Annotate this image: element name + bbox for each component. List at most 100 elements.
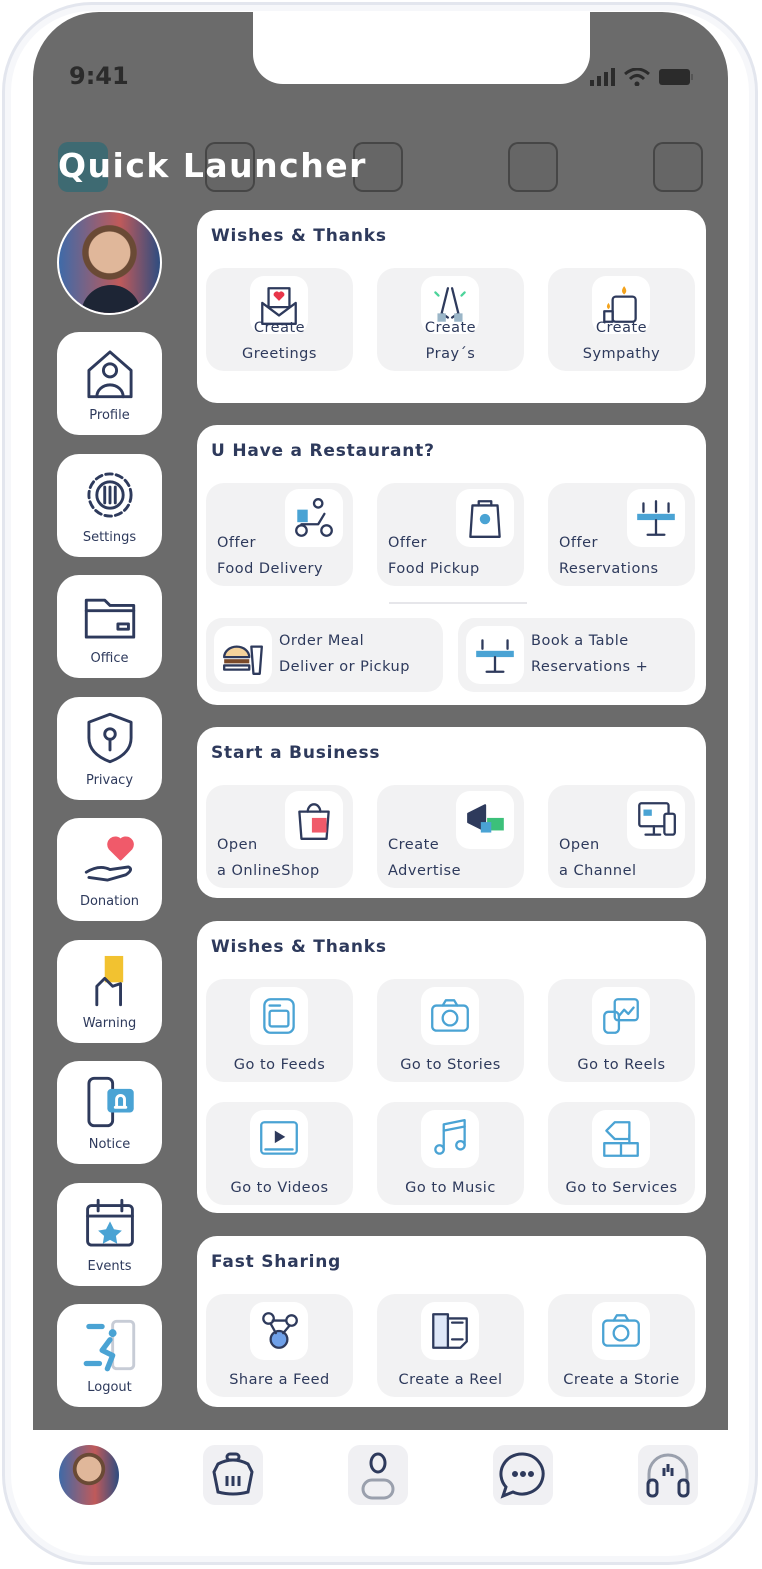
tile-label: Open a Channel	[559, 832, 637, 884]
bg-drink-icon	[508, 142, 558, 192]
avatar[interactable]	[57, 210, 162, 315]
sidebar-item-logout[interactable]: Logout	[57, 1304, 162, 1407]
tile-label-line: Open	[217, 837, 258, 853]
burger-drink-icon	[223, 645, 263, 675]
headphones-icon	[646, 1453, 690, 1498]
film-icon	[432, 1313, 468, 1349]
camera-icon	[431, 999, 469, 1032]
launcher-tile[interactable]: Go to Videos	[206, 1102, 353, 1205]
tile-label: Offer Reservations	[559, 530, 659, 582]
status-icons	[590, 68, 694, 86]
launcher-tile[interactable]: Go to Music	[377, 1102, 524, 1205]
sidebar-item-office[interactable]: Office	[57, 575, 162, 678]
home-user-icon	[86, 350, 133, 399]
launcher-tile[interactable]: Offer Food Pickup	[377, 483, 524, 586]
services-icon	[603, 1121, 639, 1157]
section-title: Wishes & Thanks	[211, 226, 387, 246]
page-title: Quick Launcher	[58, 146, 367, 185]
tile-label-line: Create	[595, 320, 648, 336]
launcher-tile[interactable]: Offer Food Delivery	[206, 483, 353, 586]
sidebar-item-label: Logout	[87, 1380, 132, 1395]
sidebar-item-warning[interactable]: Warning	[57, 939, 162, 1043]
sidebar-item-label: Profile	[89, 408, 130, 423]
section-card: Wishes & Thanks Go to Feeds Go to Stories G…	[197, 921, 706, 1213]
sidebar-item-events[interactable]: Events	[57, 1182, 162, 1286]
tile-label-line: Create a Storie	[563, 1372, 680, 1388]
tile-label-line: Food Delivery	[217, 561, 324, 577]
nav-avatar[interactable]	[59, 1445, 119, 1505]
tile-label: Go to Feeds	[206, 1052, 353, 1078]
tile-label-line: Create	[424, 320, 477, 336]
tile-label-line: Go to Stories	[400, 1057, 501, 1073]
tile-icon-box	[421, 1302, 479, 1360]
sidebar-item-donation[interactable]: Donation	[57, 818, 162, 921]
launcher-tile[interactable]: Go to Services	[548, 1102, 695, 1205]
gear-icon	[86, 471, 133, 518]
tile-label: Create Greetings	[206, 315, 353, 367]
tile-label-line: Pray´s	[425, 346, 476, 362]
tile-label-line: Book a Table	[531, 633, 629, 649]
launcher-tile[interactable]: Create Pray´s	[377, 268, 524, 371]
tile-label: Go to Videos	[206, 1175, 353, 1201]
tile-label-line: Offer	[559, 535, 599, 551]
tile-icon-box	[421, 1110, 479, 1168]
tile-label-line: Open	[559, 837, 600, 853]
launcher-tile[interactable]: Create Greetings	[206, 268, 353, 371]
nav-headphones-button[interactable]	[638, 1445, 698, 1505]
user-icon	[361, 1452, 395, 1500]
launcher-tile[interactable]: Go to Reels	[548, 979, 695, 1082]
sidebar-item-settings[interactable]: Settings	[57, 453, 162, 557]
tile-label: Create a Reel	[377, 1367, 524, 1393]
nav-chat-button[interactable]	[493, 1445, 553, 1505]
sidebar-item-privacy[interactable]: Privacy	[57, 696, 162, 800]
tile-label: Offer Food Pickup	[388, 530, 480, 582]
yellow-card-icon	[94, 955, 123, 1006]
chat-icon	[499, 1452, 545, 1499]
launcher-tile[interactable]: Open a OnlineShop	[206, 785, 353, 888]
video-icon	[260, 1121, 298, 1155]
sidebar-item-notice[interactable]: Notice	[57, 1061, 162, 1164]
tile-label-line: Go to Feeds	[233, 1057, 326, 1073]
divider	[389, 602, 527, 604]
devices-icon	[638, 802, 676, 836]
launcher-tile[interactable]: Open a Channel	[548, 785, 695, 888]
tile-label: Offer Food Delivery	[217, 530, 323, 582]
launcher-tile[interactable]: Create a Reel	[377, 1294, 524, 1397]
nav-basket-button[interactable]	[203, 1445, 263, 1505]
tile-label: Book a Table Reservations +	[531, 628, 648, 680]
tile-label-line: Create	[253, 320, 306, 336]
tile-label-line: Offer	[388, 535, 428, 551]
folder-icon	[84, 598, 135, 639]
tile-label-line: Go to Reels	[577, 1057, 666, 1073]
bg-services-icon	[653, 142, 703, 192]
tile-icon-box	[456, 791, 514, 849]
tile-icon-box	[250, 1302, 308, 1360]
tile-label-line: Order Meal	[279, 633, 365, 649]
wide-launcher-tile[interactable]: Book a Table Reservations +	[458, 618, 695, 692]
tile-label: Go to Reels	[548, 1052, 695, 1078]
launcher-tile[interactable]: Share a Feed	[206, 1294, 353, 1397]
tile-label-line: a Channel	[559, 863, 637, 879]
tile-label: Create Pray´s	[377, 315, 524, 367]
tile-icon-box	[592, 987, 650, 1045]
launcher-tile[interactable]: Go to Feeds	[206, 979, 353, 1082]
launcher-tile[interactable]: Create Sympathy	[548, 268, 695, 371]
wide-launcher-tile[interactable]: Order Meal Deliver or Pickup	[206, 618, 443, 692]
launcher-tile[interactable]: Go to Stories	[377, 979, 524, 1082]
launcher-tile[interactable]: Create a Storie	[548, 1294, 695, 1397]
tile-label-line: Create a Reel	[398, 1372, 503, 1388]
tile-icon-box	[592, 1110, 650, 1168]
heart-hand-icon	[84, 836, 134, 882]
status-time: 9:41	[69, 62, 129, 90]
section-card: Start a Business Open a OnlineShop Create Ad…	[197, 727, 706, 898]
feeds-icon	[263, 998, 295, 1034]
tile-label: Open a OnlineShop	[217, 832, 320, 884]
nav-user-button[interactable]	[348, 1445, 408, 1505]
launcher-tile[interactable]: Create Advertise	[377, 785, 524, 888]
tile-label: Share a Feed	[206, 1367, 353, 1393]
sidebar-item-profile[interactable]: Profile	[57, 332, 162, 435]
tile-label: Go to Music	[377, 1175, 524, 1201]
launcher-tile[interactable]: Offer Reservations	[548, 483, 695, 586]
exit-door-icon	[83, 1319, 135, 1372]
calendar-star-icon	[85, 1198, 134, 1247]
